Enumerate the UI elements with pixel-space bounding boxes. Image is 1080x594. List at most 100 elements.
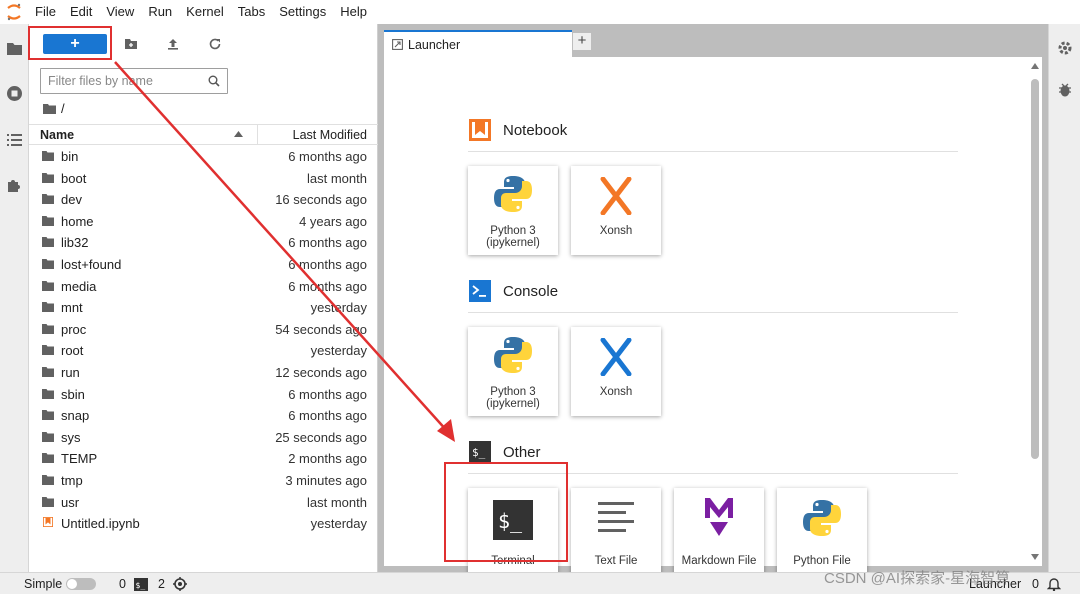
file-row[interactable]: home 4 years ago bbox=[29, 211, 378, 233]
scrollbar-thumb[interactable] bbox=[1031, 79, 1039, 459]
new-folder-icon[interactable] bbox=[124, 37, 138, 51]
extension-manager-icon[interactable] bbox=[6, 177, 23, 194]
python-logo-icon bbox=[494, 176, 532, 212]
breadcrumb-root[interactable]: / bbox=[61, 101, 65, 116]
file-name: media bbox=[61, 278, 97, 294]
file-name: mnt bbox=[61, 300, 83, 316]
file-row[interactable]: root yesterday bbox=[29, 340, 378, 362]
menu-help[interactable]: Help bbox=[333, 0, 374, 24]
launcher-scrollbar[interactable] bbox=[1028, 57, 1042, 566]
file-name: tmp bbox=[61, 472, 83, 488]
section-title: Notebook bbox=[503, 121, 568, 139]
folder-icon bbox=[42, 172, 54, 183]
filter-files-input[interactable] bbox=[41, 69, 201, 93]
svg-text:$_: $_ bbox=[136, 581, 146, 590]
folder-icon bbox=[42, 496, 54, 507]
file-list: bin 6 months ago boot last month dev 16 secon… bbox=[29, 146, 378, 535]
simple-mode-toggle[interactable] bbox=[66, 578, 96, 590]
column-last-modified[interactable]: Last Modified bbox=[293, 128, 367, 142]
folder-icon bbox=[42, 323, 54, 334]
file-row[interactable]: sys 25 seconds ago bbox=[29, 427, 378, 449]
card-label: Python 3 (ipykernel) bbox=[486, 225, 540, 249]
python-file-card[interactable]: Python File bbox=[777, 488, 867, 577]
tab-launcher[interactable]: Launcher bbox=[384, 30, 572, 57]
notebook-xonsh-card[interactable]: Xonsh bbox=[571, 166, 661, 255]
menu-kernel[interactable]: Kernel bbox=[179, 0, 231, 24]
file-modified: 6 months ago bbox=[288, 235, 367, 251]
file-row[interactable]: Untitled.ipynb yesterday bbox=[29, 513, 378, 535]
folder-icon bbox=[42, 280, 54, 291]
file-name: sbin bbox=[61, 386, 85, 402]
scroll-up-icon[interactable] bbox=[1031, 63, 1039, 69]
markdown-file-card[interactable]: Markdown File bbox=[674, 488, 764, 577]
menu-settings[interactable]: Settings bbox=[272, 0, 333, 24]
folder-icon bbox=[42, 302, 54, 313]
file-row[interactable]: media 6 months ago bbox=[29, 276, 378, 298]
folder-icon bbox=[42, 366, 54, 377]
file-row[interactable]: lib32 6 months ago bbox=[29, 232, 378, 254]
upload-icon[interactable] bbox=[166, 37, 180, 51]
terminal-status-icon[interactable]: $_ bbox=[134, 578, 148, 591]
file-row[interactable]: mnt yesterday bbox=[29, 297, 378, 319]
file-name: proc bbox=[61, 321, 87, 337]
breadcrumb: / bbox=[43, 100, 65, 116]
menu-run[interactable]: Run bbox=[141, 0, 179, 24]
folder-icon bbox=[42, 431, 54, 442]
menu-file[interactable]: File bbox=[28, 0, 63, 24]
file-row[interactable]: TEMP 2 months ago bbox=[29, 448, 378, 470]
notebook-python3-card[interactable]: Python 3 (ipykernel) bbox=[468, 166, 558, 255]
menu-edit[interactable]: Edit bbox=[63, 0, 99, 24]
refresh-icon[interactable] bbox=[208, 37, 222, 51]
file-row[interactable]: snap 6 months ago bbox=[29, 405, 378, 427]
file-modified: last month bbox=[307, 170, 367, 186]
annotation-box-terminal bbox=[444, 462, 568, 562]
python-logo-icon bbox=[494, 337, 532, 373]
jupyter-logo-icon bbox=[0, 0, 28, 24]
sort-ascending-icon bbox=[234, 131, 243, 137]
file-row[interactable]: lost+found 6 months ago bbox=[29, 254, 378, 276]
console-xonsh-card[interactable]: Xonsh bbox=[571, 327, 661, 416]
file-name: sys bbox=[61, 429, 81, 445]
notebook-file-icon bbox=[43, 517, 53, 528]
watermark: CSDN @AI探索家-星海智算 bbox=[824, 570, 1011, 587]
kernel-status-icon[interactable] bbox=[173, 577, 187, 591]
new-tab-button[interactable]: + bbox=[572, 32, 592, 51]
annotation-box-new bbox=[28, 26, 112, 60]
file-row[interactable]: proc 54 seconds ago bbox=[29, 319, 378, 341]
file-row[interactable]: usr last month bbox=[29, 492, 378, 514]
column-name[interactable]: Name bbox=[40, 128, 74, 142]
file-modified: yesterday bbox=[310, 516, 367, 532]
folder-icon[interactable] bbox=[6, 40, 23, 57]
file-row[interactable]: boot last month bbox=[29, 168, 378, 190]
table-of-contents-icon[interactable] bbox=[6, 131, 23, 148]
file-modified: 54 seconds ago bbox=[275, 321, 367, 337]
bell-icon[interactable] bbox=[1047, 577, 1061, 591]
text-file-card[interactable]: Text File bbox=[571, 488, 661, 577]
filter-files-field[interactable] bbox=[40, 68, 228, 94]
property-inspector-icon[interactable] bbox=[1057, 40, 1073, 56]
file-row[interactable]: run 12 seconds ago bbox=[29, 362, 378, 384]
file-row[interactable]: bin 6 months ago bbox=[29, 146, 378, 168]
menu-view[interactable]: View bbox=[99, 0, 141, 24]
running-sessions-icon[interactable] bbox=[6, 85, 23, 102]
file-row[interactable]: tmp 3 minutes ago bbox=[29, 470, 378, 492]
root-folder-icon[interactable] bbox=[43, 103, 56, 114]
file-name: Untitled.ipynb bbox=[61, 516, 140, 532]
file-modified: last month bbox=[307, 494, 367, 510]
column-divider[interactable] bbox=[257, 125, 258, 144]
file-name: home bbox=[61, 213, 94, 229]
card-label: Markdown File bbox=[681, 555, 757, 567]
file-row[interactable]: dev 16 seconds ago bbox=[29, 189, 378, 211]
section-title: Console bbox=[503, 282, 559, 300]
file-list-header: Name Last Modified bbox=[29, 124, 378, 145]
file-name: lost+found bbox=[61, 256, 122, 272]
file-row[interactable]: sbin 6 months ago bbox=[29, 384, 378, 406]
folder-icon bbox=[42, 194, 54, 205]
scroll-down-icon[interactable] bbox=[1031, 554, 1039, 560]
menu-tabs[interactable]: Tabs bbox=[231, 0, 272, 24]
file-name: run bbox=[61, 364, 80, 380]
debugger-icon[interactable] bbox=[1057, 82, 1073, 98]
folder-icon bbox=[42, 388, 54, 399]
file-name: dev bbox=[61, 192, 82, 208]
console-python3-card[interactable]: Python 3 (ipykernel) bbox=[468, 327, 558, 416]
